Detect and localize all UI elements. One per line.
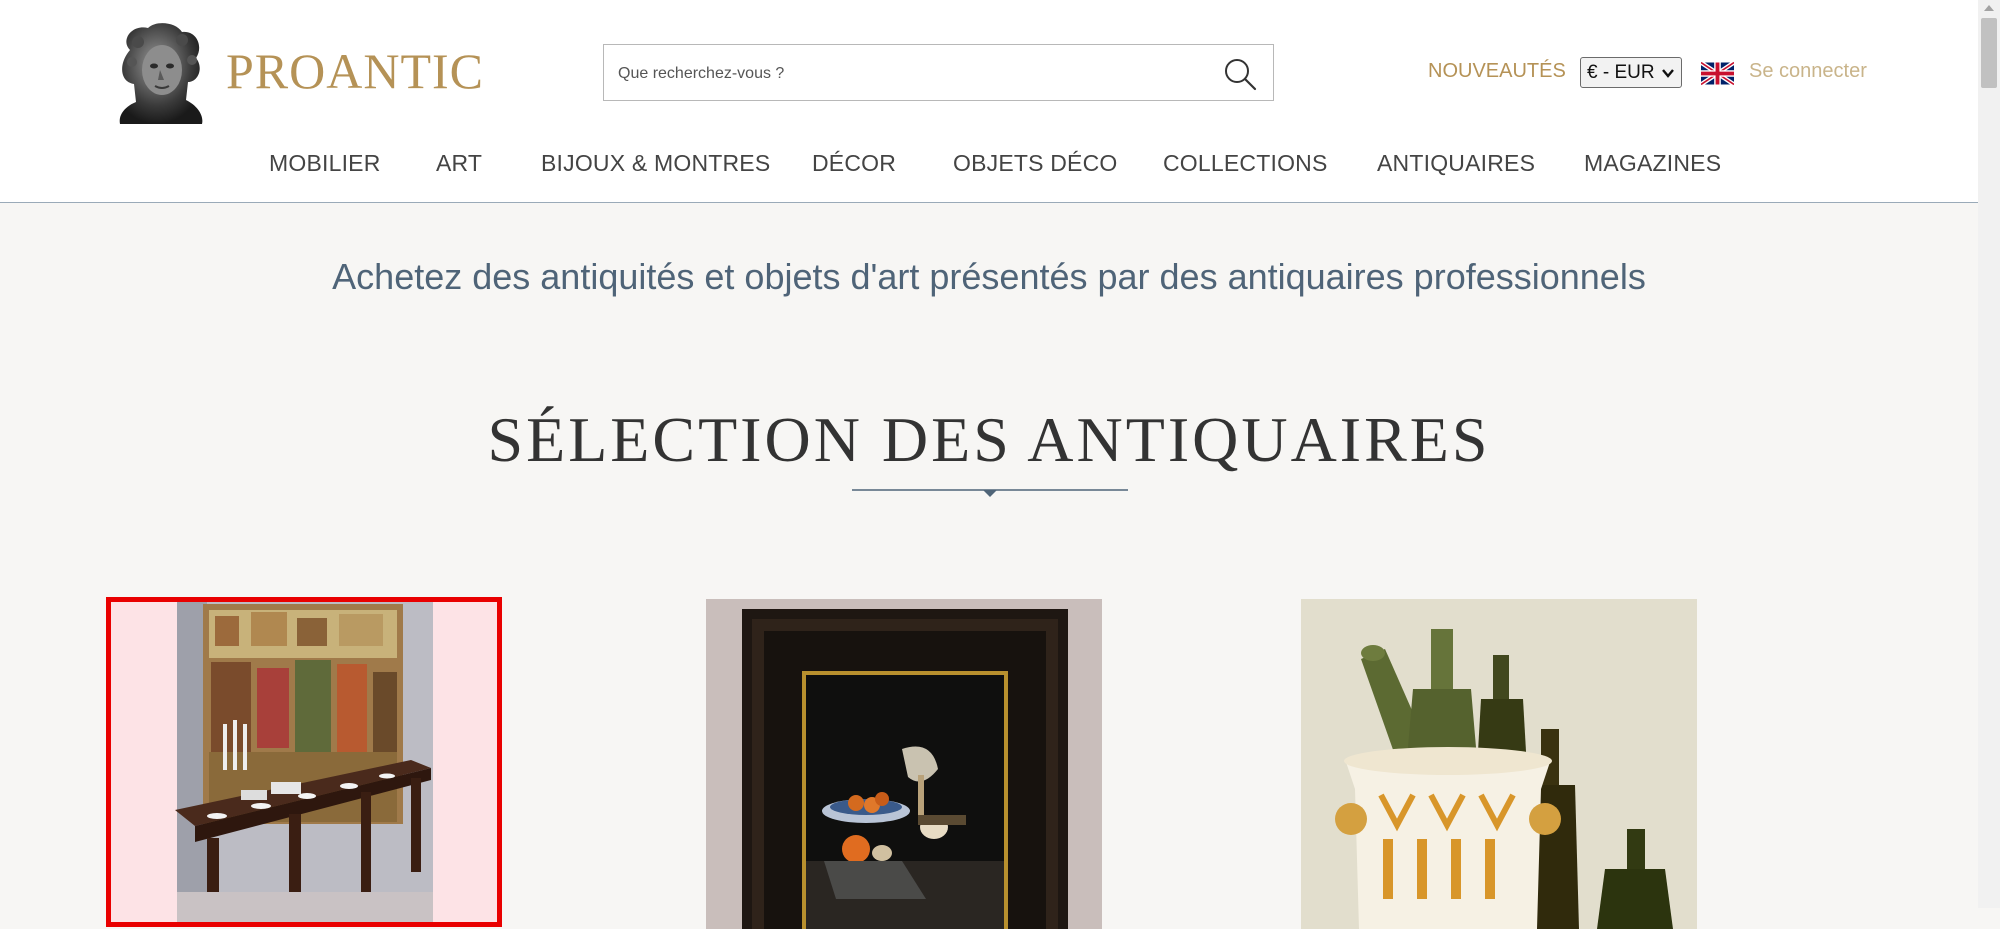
brand-name[interactable]: PROANTIC [226, 42, 484, 100]
login-link[interactable]: Se connecter [1749, 60, 1867, 83]
cherub-bust-logo-icon [119, 23, 203, 124]
dining-table-tapestry-photo [111, 602, 497, 922]
site-header: PROANTIC NOUVEAUTÉS € - EUR Se connecter… [0, 0, 1978, 203]
nav-item-magazines[interactable]: MAGAZINES [1584, 150, 1721, 177]
product-card-still-life[interactable] [706, 599, 1102, 929]
nav-item-objets-deco[interactable]: OBJETS DÉCO [953, 150, 1118, 177]
currency-value: € - EUR [1587, 61, 1655, 83]
nav-item-art[interactable]: ART [436, 150, 482, 177]
scrollbar-thumb[interactable] [1981, 18, 1997, 88]
nav-item-bijoux-montres[interactable]: BIJOUX & MONTRES [541, 150, 770, 177]
product-card-dining-table[interactable] [106, 597, 502, 927]
nav-item-decor[interactable]: DÉCOR [812, 150, 896, 177]
title-divider [852, 489, 1128, 497]
product-card-bottles[interactable] [1301, 599, 1697, 929]
page-tagline: Achetez des antiquités et objets d'art p… [332, 256, 1646, 297]
section-title: SÉLECTION DES ANTIQUAIRES [487, 404, 1491, 475]
uk-flag-icon[interactable] [1701, 61, 1734, 86]
vertical-scrollbar[interactable] [1978, 0, 2000, 908]
main-nav: MOBILIER ART BIJOUX & MONTRES DÉCOR OBJE… [0, 150, 1978, 180]
currency-select[interactable]: € - EUR [1580, 57, 1682, 88]
still-life-painting-photo [706, 599, 1102, 929]
nav-item-antiquaires[interactable]: ANTIQUAIRES [1377, 150, 1535, 177]
nouveautes-link[interactable]: NOUVEAUTÉS [1428, 60, 1566, 83]
search-box [603, 44, 1274, 102]
search-icon[interactable] [1223, 57, 1257, 91]
nav-item-mobilier[interactable]: MOBILIER [269, 150, 381, 177]
logo-link[interactable] [112, 20, 208, 124]
chevron-down-icon [1662, 68, 1674, 78]
scroll-up-arrow-icon[interactable] [1983, 4, 1995, 12]
wine-bottles-cooler-photo [1301, 599, 1697, 929]
search-input[interactable] [616, 45, 1200, 102]
nav-item-collections[interactable]: COLLECTIONS [1163, 150, 1328, 177]
